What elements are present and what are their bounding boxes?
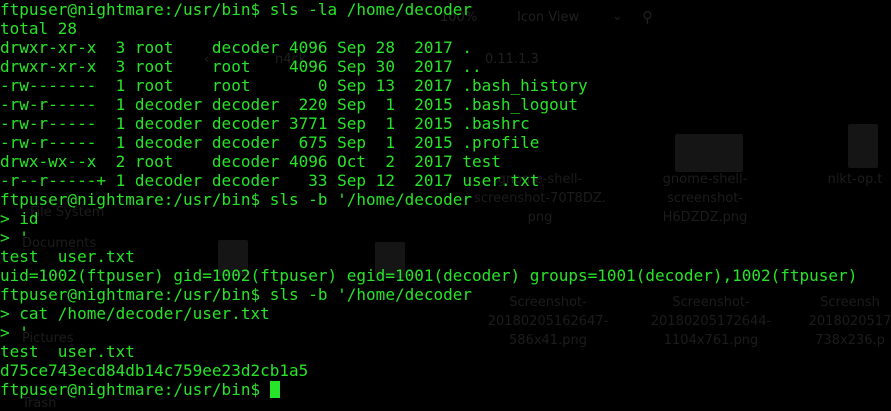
terminal-line: > id [0,209,39,228]
terminal-output[interactable]: ftpuser@nightmare:/usr/bin$ sls -la /hom… [0,0,857,399]
terminal-line: ftpuser@nightmare:/usr/bin$ sls -la /hom… [0,0,473,19]
terminal-line: -rw-r----- 1 decoder decoder 3771 Sep 1 … [0,114,530,133]
terminal-line: ftpuser@nightmare:/usr/bin$ sls -b '/hom… [0,190,473,209]
terminal-cursor [269,381,280,398]
terminal-line: total 28 [0,19,78,38]
terminal-line: > ' [0,323,29,342]
terminal-line: test user.txt [0,342,135,361]
terminal-line: > ' [0,228,29,247]
terminal-line: -rw-r----- 1 decoder decoder 675 Sep 1 2… [0,133,540,152]
terminal-line: ftpuser@nightmare:/usr/bin$ sls -b '/hom… [0,285,473,304]
terminal-line: drwx-wx--x 2 root decoder 4096 Oct 2 201… [0,152,501,171]
terminal-prompt-line[interactable]: ftpuser@nightmare:/usr/bin$ [0,380,857,399]
terminal-line: drwxr-xr-x 3 root decoder 4096 Sep 28 20… [0,38,473,57]
terminal-prompt: ftpuser@nightmare:/usr/bin$ [0,380,270,399]
terminal-line: > cat /home/decoder/user.txt [0,304,270,323]
terminal-line: -rw------- 1 root root 0 Sep 13 2017 .ba… [0,76,588,95]
terminal-line: drwxr-xr-x 3 root root 4096 Sep 30 2017 … [0,57,482,76]
terminal-line: test user.txt [0,247,135,266]
terminal-line: -rw-r----- 1 decoder decoder 220 Sep 1 2… [0,95,578,114]
terminal-line: d75ce743ecd84db14c759ee23d2cb1a5 [0,361,309,380]
terminal-line: -r--r-----+ 1 decoder decoder 33 Sep 12 … [0,171,540,190]
terminal-line: uid=1002(ftpuser) gid=1002(ftpuser) egid… [0,266,858,285]
